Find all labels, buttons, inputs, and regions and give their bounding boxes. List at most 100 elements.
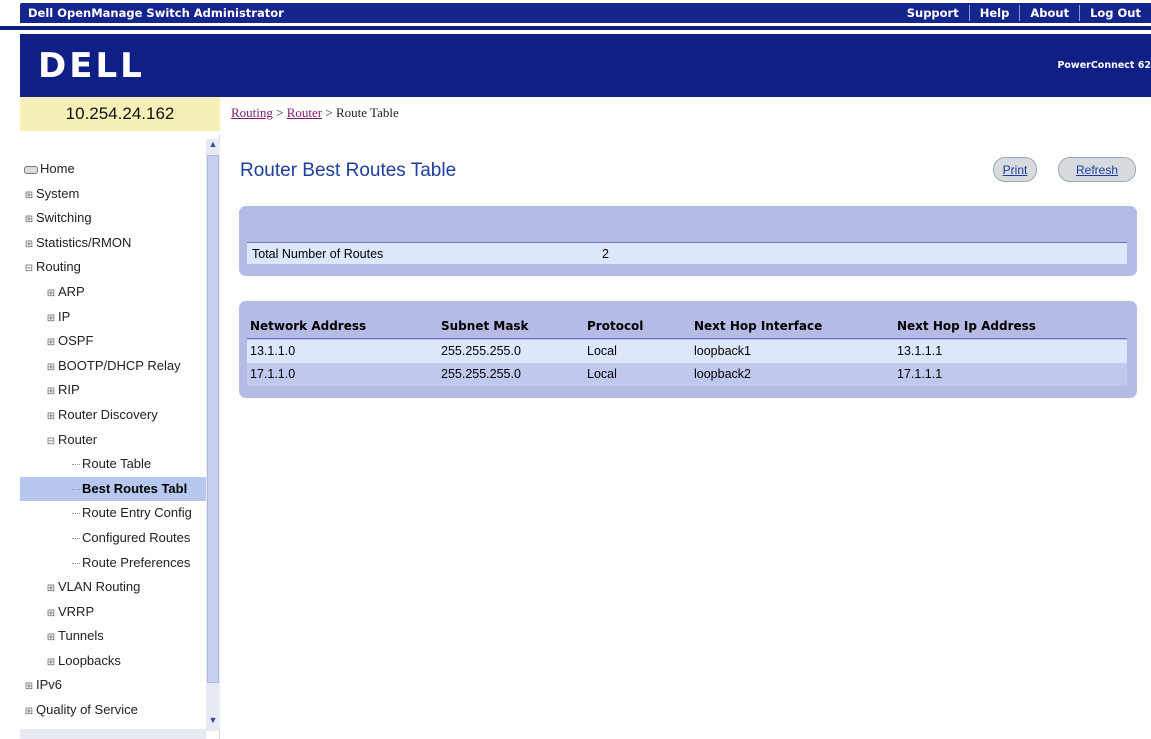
nav-item-statistics-rmon[interactable]: ⊞ Statistics/RMON [20,231,206,256]
routes-table: Network Address Subnet Mask Protocol Nex… [239,301,1137,398]
expand-icon[interactable]: ⊞ [46,651,56,674]
nav-item-bootp-dhcp-relay[interactable]: ⊞ BOOTP/DHCP Relay [20,354,206,379]
print-button[interactable]: Print [993,157,1037,182]
nav-item-home[interactable]: Home [20,157,206,182]
expand-icon[interactable]: ⊞ [46,307,56,330]
nav-item-quality-of-service[interactable]: ⊞ Quality of Service [20,698,206,723]
breadcrumb-routing[interactable]: Routing [231,105,273,120]
nav-item-label: Quality of Service [36,702,138,718]
nav-item-route-entry-config[interactable]: Route Entry Config [20,501,206,526]
scroll-down-icon[interactable]: ▼ [207,715,219,729]
cell-subnet-mask: 255.255.255.0 [441,344,521,358]
col-next-hop-interface: Next Hop Interface [694,319,823,333]
nav-item-label: Switching [36,210,92,226]
nav-item-arp[interactable]: ⊞ ARP [20,280,206,305]
nav-item-ip[interactable]: ⊞ IP [20,305,206,330]
device-ip: 10.254.24.162 [20,97,220,131]
nav-item-route-preferences[interactable]: Route Preferences [20,551,206,576]
expand-icon[interactable]: ⊞ [46,356,56,379]
expand-icon[interactable]: ⊞ [24,233,34,256]
expand-icon[interactable]: ⊞ [46,405,56,428]
nav-item-label: IPv6 [36,677,63,693]
nav-item-label: Home [40,161,75,176]
nav-horizontal-scrollbar[interactable] [20,729,206,739]
product-name: PowerConnect 62 [1057,60,1151,71]
expand-icon[interactable]: ⊞ [24,675,34,698]
col-network-address: Network Address [250,319,367,333]
nav-item-best-routes-tabl[interactable]: Best Routes Tabl [20,476,206,502]
about-link[interactable]: About [1019,5,1079,21]
support-link[interactable]: Support [897,5,969,21]
expand-icon[interactable]: ⊞ [46,282,56,305]
nav-item-ipv6[interactable]: ⊞ IPv6 [20,673,206,698]
nav-item-vlan-routing[interactable]: ⊞ VLAN Routing [20,575,206,600]
table-header: Network Address Subnet Mask Protocol Nex… [247,315,1127,339]
nav-tree: Home ⊞ System ⊞ Switching ⊞ Statistics/RMON ⊟ Ro… [20,135,220,739]
nav-item-rip[interactable]: ⊞ RIP [20,378,206,403]
expand-icon[interactable]: ⊞ [46,602,56,625]
nav-item-tunnels[interactable]: ⊞ Tunnels [20,624,206,649]
cell-network-address: 13.1.1.0 [250,344,296,358]
help-link[interactable]: Help [968,5,1020,21]
nav-item-label: Route Entry Config [82,505,192,521]
breadcrumb-current: Route Table [335,105,399,120]
nav-item-ospf[interactable]: ⊞ OSPF [20,329,206,354]
scroll-up-icon[interactable]: ▲ [207,139,219,153]
nav-item-label: OSPF [58,333,94,349]
nav-item-label: ARP [58,283,85,299]
nav-item-router-discovery[interactable]: ⊞ Router Discovery [20,403,206,428]
nav-item-label: Router Discovery [58,406,158,422]
expand-icon[interactable]: ⊞ [24,700,34,723]
col-protocol: Protocol [587,319,644,333]
cell-next-hop-interface: loopback2 [694,367,751,381]
refresh-button[interactable]: Refresh [1058,157,1136,182]
cell-next-hop-ip: 17.1.1.1 [897,367,943,381]
collapse-icon[interactable]: ⊟ [24,257,34,280]
nav-item-label: VLAN Routing [58,579,141,595]
nav-item-label: VRRP [58,603,95,619]
home-icon [24,165,38,174]
expand-icon[interactable]: ⊞ [46,331,56,354]
expand-icon[interactable]: ⊞ [46,626,56,649]
expand-icon[interactable]: ⊞ [24,184,34,207]
summary-panel: Total Number of Routes 2 [239,206,1137,276]
nav-item-label: RIP [58,382,80,398]
nav-item-label: Loopbacks [58,652,121,668]
scroll-thumb[interactable] [207,155,219,683]
table-row: 17.1.1.0 255.255.255.0 Local loopback2 1… [247,363,1127,386]
expand-icon[interactable]: ⊞ [46,577,56,600]
nav-item-label: Configured Routes [82,529,191,545]
nav-item-switching[interactable]: ⊞ Switching [20,206,206,231]
nav-item-router[interactable]: ⊟ Router [20,428,206,453]
nav-list: Home ⊞ System ⊞ Switching ⊞ Statistics/RMON ⊟ Ro… [20,157,206,723]
expand-icon[interactable]: ⊞ [24,208,34,231]
nav-item-label: Best Routes Tabl [82,480,188,496]
cell-next-hop-interface: loopback1 [694,344,751,358]
col-next-hop-ip: Next Hop Ip Address [897,319,1036,333]
nav-item-label: Statistics/RMON [36,234,132,250]
expand-icon[interactable]: ⊞ [46,380,56,403]
nav-vertical-scrollbar[interactable]: ▲ ▼ [206,139,220,731]
nav-item-routing[interactable]: ⊟ Routing [20,255,206,280]
nav-item-configured-routes[interactable]: Configured Routes [20,526,206,551]
nav-item-route-table[interactable]: Route Table [20,452,206,477]
nav-item-loopbacks[interactable]: ⊞ Loopbacks [20,649,206,674]
brand-bar: DELL PowerConnect 62 [20,34,1151,97]
nav-item-label: Route Preferences [82,554,191,570]
page-title: Router Best Routes Table [240,160,457,181]
nav-item-label: Routing [36,259,81,275]
breadcrumb-router[interactable]: Router [287,105,322,120]
top-links: Support Help About Log Out [862,3,1151,23]
dell-logo: DELL [38,46,145,86]
app-title: Dell OpenManage Switch Administrator [20,3,862,23]
breadcrumb: Routing > Router > Route Table [231,105,399,121]
summary-row: Total Number of Routes 2 [247,242,1127,264]
cell-protocol: Local [587,344,617,358]
logout-link[interactable]: Log Out [1079,5,1151,21]
nav-item-vrrp[interactable]: ⊞ VRRP [20,600,206,625]
collapse-icon[interactable]: ⊟ [46,430,56,453]
cell-network-address: 17.1.1.0 [250,367,296,381]
table-row: 13.1.1.0 255.255.255.0 Local loopback1 1… [247,340,1127,363]
nav-item-label: Tunnels [58,628,104,644]
nav-item-system[interactable]: ⊞ System [20,182,206,207]
